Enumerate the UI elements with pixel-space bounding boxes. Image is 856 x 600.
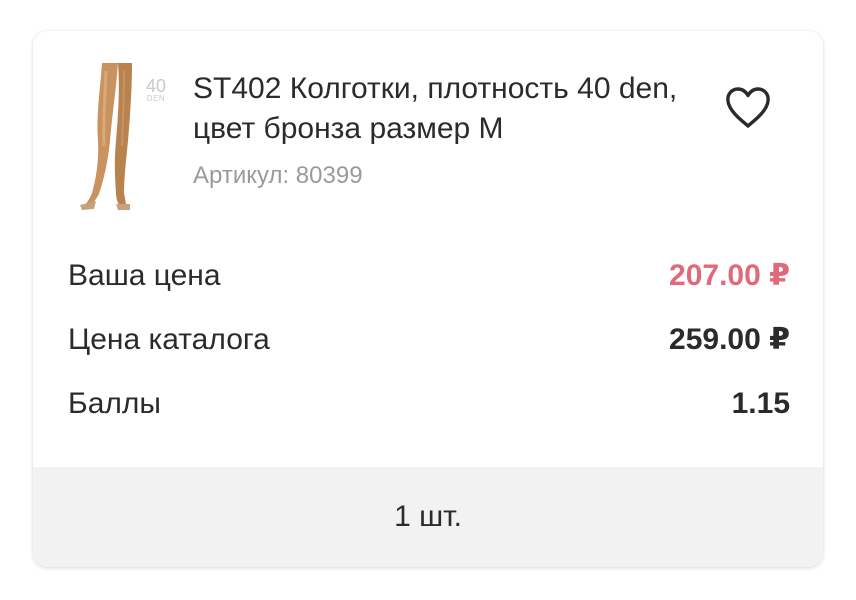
product-card[interactable]: 40 DEN ST402 Колготки, плотность 40 den,… — [33, 31, 823, 567]
price-label: Ваша цена — [68, 259, 221, 292]
price-label: Баллы — [68, 387, 161, 420]
den-badge-number: 40 — [145, 76, 166, 96]
price-label: Цена каталога — [68, 323, 270, 356]
price-row-your-price: Ваша цена 207.00 ₽ — [68, 253, 790, 317]
quantity-label: 1 шт. — [394, 500, 462, 533]
quantity-bar[interactable]: 1 шт. — [33, 467, 823, 567]
price-row-catalog-price: Цена каталога 259.00 ₽ — [68, 317, 790, 381]
den-badge-unit: DEN — [146, 94, 166, 103]
den-badge: 40 DEN — [146, 77, 166, 103]
price-list: Ваша цена 207.00 ₽ Цена каталога 259.00 … — [68, 253, 790, 445]
price-value: 259.00 ₽ — [669, 323, 790, 356]
page: 40 DEN ST402 Колготки, плотность 40 den,… — [0, 0, 856, 600]
price-value: 207.00 ₽ — [669, 259, 790, 292]
product-image[interactable]: 40 DEN — [66, 61, 170, 211]
product-sku: Артикул: 80399 — [193, 162, 363, 189]
favorite-button[interactable] — [723, 85, 773, 131]
product-header: 40 DEN ST402 Колготки, плотность 40 den,… — [33, 31, 823, 231]
heart-outline-icon — [726, 87, 770, 128]
product-title[interactable]: ST402 Колготки, плотность 40 den, цвет б… — [193, 69, 703, 149]
price-row-points: Баллы 1.15 — [68, 381, 790, 445]
price-value: 1.15 — [731, 387, 790, 420]
